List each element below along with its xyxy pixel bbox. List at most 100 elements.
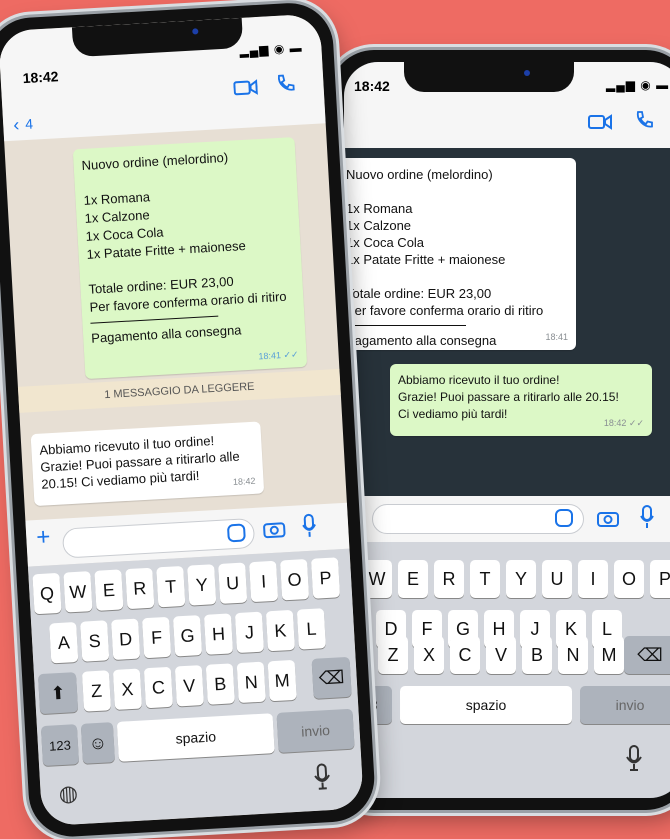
key-t[interactable]: T: [470, 560, 500, 598]
key-u[interactable]: U: [218, 562, 248, 604]
left-order-message: Nuovo ordine (melordino) 1x Romana 1x Ca…: [72, 137, 308, 380]
key-v[interactable]: V: [486, 636, 516, 674]
key-q[interactable]: Q: [32, 572, 62, 615]
key-g[interactable]: G: [172, 615, 203, 657]
numbers-key[interactable]: 123: [40, 724, 80, 767]
key-s[interactable]: S: [80, 620, 110, 662]
payment-line: Pagamento alla consegna: [90, 322, 242, 346]
mic-icon[interactable]: [301, 512, 317, 544]
key-v[interactable]: V: [174, 665, 204, 707]
return-key[interactable]: invio: [276, 708, 355, 753]
key-f[interactable]: F: [142, 616, 172, 659]
key-e[interactable]: E: [94, 569, 124, 611]
key-c[interactable]: C: [143, 666, 173, 709]
right-phone-screen: 18:42 ▂▄▆ ◉ ▬ Nuovo ordine (melordino) 1…: [344, 62, 670, 798]
left-phone: 18:42 ▂▄▆ ◉ ▬ ‹ 4 Nuovo ordine (melordin…: [0, 0, 377, 839]
key-u[interactable]: U: [542, 560, 572, 598]
message-time: 18:41 ✓✓: [258, 349, 299, 362]
key-r[interactable]: R: [125, 567, 155, 610]
right-message-input[interactable]: [372, 504, 584, 534]
key-h[interactable]: H: [203, 613, 234, 655]
message-time: 18:42: [232, 475, 256, 488]
key-c[interactable]: C: [450, 636, 480, 674]
return-key[interactable]: invio: [580, 686, 670, 724]
key-t[interactable]: T: [156, 565, 186, 608]
key-l[interactable]: L: [296, 608, 326, 650]
key-y[interactable]: Y: [187, 564, 217, 606]
camera-icon[interactable]: [262, 518, 287, 544]
key-x[interactable]: X: [414, 636, 444, 674]
emoji-icon: ☺: [88, 731, 108, 753]
order-line: Totale ordine: EUR 23,00: [346, 286, 492, 301]
unread-label: 1 MESSAGGIO DA LEGGERE: [103, 380, 255, 402]
order-line: [346, 268, 568, 285]
unread-banner: 1 MESSAGGIO DA LEGGERE: [17, 368, 341, 413]
mic-icon[interactable]: [626, 744, 642, 777]
key-b[interactable]: B: [522, 636, 552, 674]
key-o[interactable]: O: [280, 559, 310, 601]
key-n[interactable]: N: [558, 636, 588, 674]
order-line: [346, 183, 568, 200]
key-o[interactable]: O: [614, 560, 644, 598]
right-status-icons: ▂▄▆ ◉ ▬: [606, 78, 670, 92]
backspace-icon: ⌫: [318, 666, 345, 689]
plus-icon[interactable]: +: [36, 523, 52, 552]
left-phone-screen: 18:42 ▂▄▆ ◉ ▬ ‹ 4 Nuovo ordine (melordin…: [0, 13, 364, 827]
camera-icon[interactable]: [596, 508, 620, 533]
key-i[interactable]: I: [578, 560, 608, 598]
key-b[interactable]: B: [205, 663, 235, 705]
video-icon[interactable]: [233, 79, 258, 101]
backspace-key[interactable]: ⌫: [311, 656, 352, 699]
payment-line: Pagamento alla consegna: [346, 333, 497, 348]
order-line: 1x Romana: [346, 201, 413, 216]
key-m[interactable]: M: [267, 659, 297, 702]
right-phone: 18:42 ▂▄▆ ◉ ▬ Nuovo ordine (melordino) 1…: [330, 50, 670, 810]
order-line: Per favore conferma orario di ritiro: [346, 303, 544, 318]
key-p[interactable]: P: [310, 557, 341, 599]
key-w[interactable]: W: [362, 560, 392, 598]
right-status-time: 18:42: [354, 78, 390, 94]
phone-icon[interactable]: [275, 73, 296, 99]
mic-icon[interactable]: [640, 504, 654, 535]
message-divider: [90, 315, 219, 324]
shift-icon: ⬆: [49, 682, 67, 704]
key-p[interactable]: P: [650, 560, 670, 598]
key-n[interactable]: N: [236, 661, 266, 704]
key-m[interactable]: M: [594, 636, 624, 674]
key-z[interactable]: Z: [81, 670, 112, 712]
back-chevron-icon[interactable]: ‹: [13, 114, 20, 135]
key-k[interactable]: K: [265, 609, 296, 652]
key-z[interactable]: Z: [378, 636, 408, 674]
key-a[interactable]: A: [49, 622, 79, 664]
key-x[interactable]: X: [112, 668, 143, 710]
key-i[interactable]: I: [249, 560, 279, 603]
phone-icon[interactable]: [634, 110, 654, 135]
key-y[interactable]: Y: [506, 560, 536, 598]
reply-line: Abbiamo ricevuto il tuo ordine!: [398, 373, 560, 387]
left-status-time: 18:42: [22, 68, 59, 87]
message-time: 18:42 ✓✓: [603, 418, 644, 428]
space-key[interactable]: spazio: [400, 686, 572, 724]
key-e[interactable]: E: [398, 560, 428, 598]
backspace-icon: ⌫: [637, 644, 663, 665]
video-icon[interactable]: [588, 114, 612, 135]
right-notch: [404, 62, 574, 92]
emoji-key[interactable]: ☺: [80, 722, 115, 764]
key-j[interactable]: J: [234, 611, 265, 654]
key-d[interactable]: D: [111, 618, 141, 660]
left-reply-message: Abbiamo ricevuto il tuo ordine! Grazie! …: [30, 421, 265, 507]
back-count[interactable]: 4: [25, 116, 34, 132]
sticker-icon[interactable]: [554, 508, 574, 533]
mic-icon[interactable]: [313, 762, 331, 796]
key-w[interactable]: W: [63, 571, 93, 613]
message-time: 18:41: [545, 332, 568, 342]
sticker-icon[interactable]: [226, 522, 247, 548]
message-divider: [346, 325, 466, 326]
key-r[interactable]: R: [434, 560, 464, 598]
order-line: Nuovo ordine (melordino): [346, 167, 493, 182]
backspace-key[interactable]: ⌫: [624, 636, 670, 674]
shift-key[interactable]: ⬆: [37, 672, 79, 715]
reply-line: Grazie! Puoi passare a ritirarlo alle 20…: [398, 390, 619, 404]
globe-icon[interactable]: ◍: [58, 780, 79, 807]
right-order-message: Nuovo ordine (melordino) 1x Romana 1x Ca…: [344, 158, 576, 350]
